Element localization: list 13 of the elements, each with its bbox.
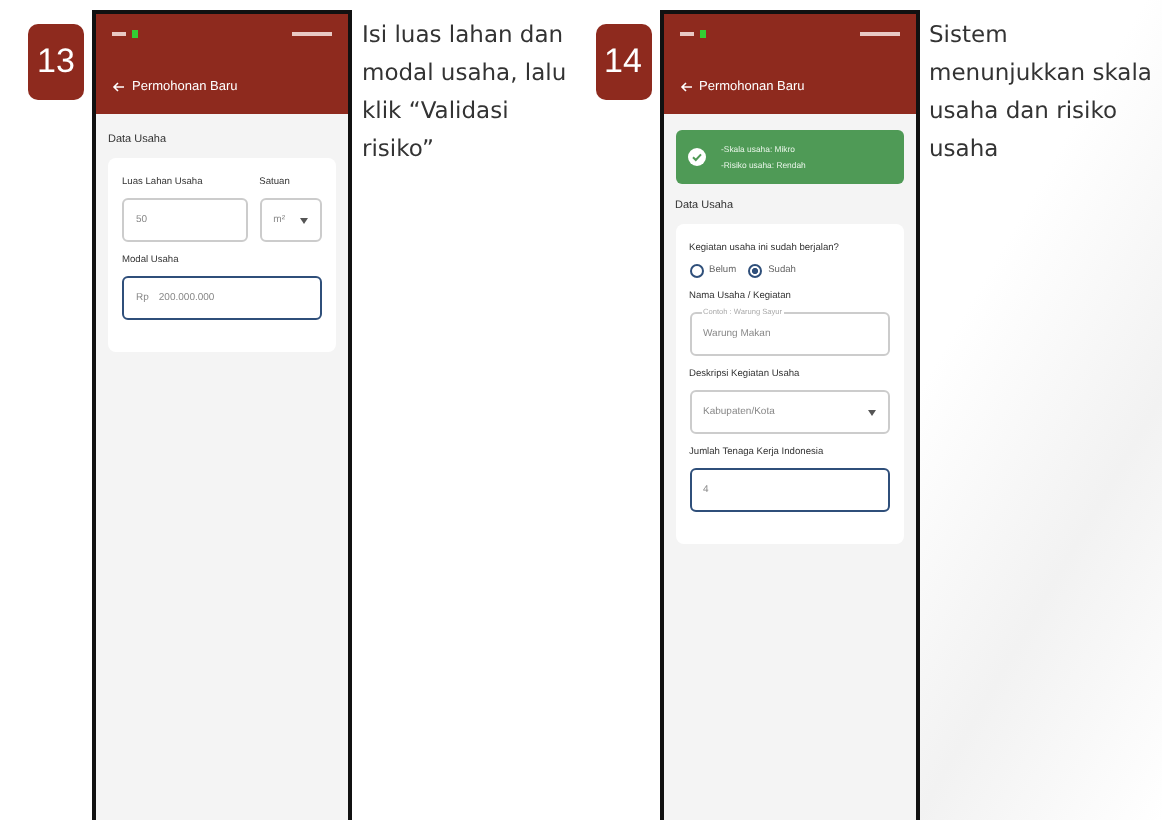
- step-number: 14: [595, 24, 651, 100]
- check-icon: [687, 148, 705, 166]
- step-caption: Isi luas lahan dan modal usaha, lalu klik “Validasi risiko”: [362, 18, 569, 166]
- back-arrow-icon[interactable]: [679, 82, 691, 92]
- dropdown-icon: [867, 409, 875, 415]
- step-caption: Sistem menunjukkan skala usaha dan risiko usaha: [929, 18, 1153, 166]
- step-number: 13: [28, 24, 84, 100]
- status-icons: [859, 30, 899, 38]
- status-icons: [292, 30, 332, 38]
- dropdown-icon: [300, 217, 308, 223]
- status-icons: [112, 30, 140, 38]
- back-arrow-icon[interactable]: [112, 82, 124, 92]
- status-icons: [679, 30, 707, 38]
